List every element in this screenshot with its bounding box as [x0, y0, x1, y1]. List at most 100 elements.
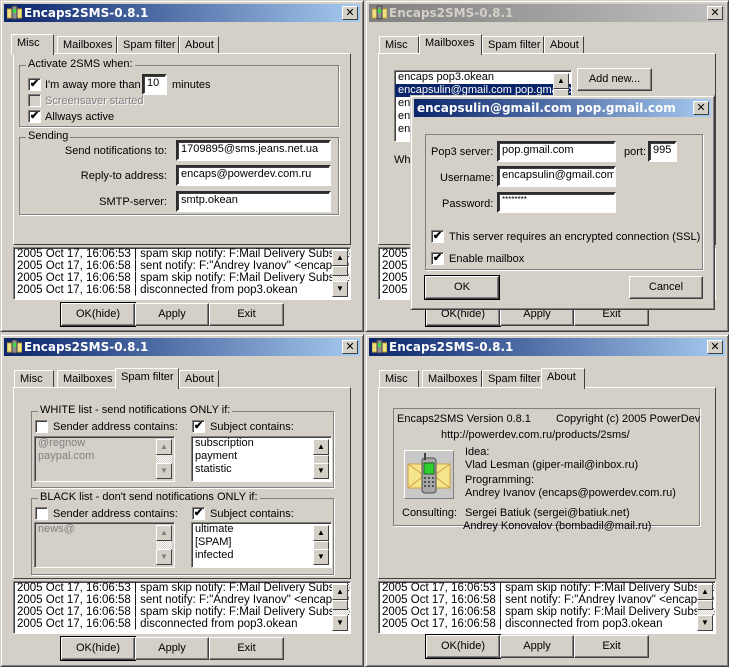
scrollbar[interactable]: ▲ ▼ — [313, 439, 329, 479]
mailbox-item[interactable]: encaps pop3.okean — [395, 71, 571, 84]
log-scrollbar[interactable]: ▲ ▼ — [332, 250, 348, 297]
ok-hide-button[interactable]: OK(hide) — [60, 636, 136, 661]
window-spam-filter: Encaps2SMS-0.8.1 ✕ Misc Mailboxes Spam f… — [0, 334, 364, 667]
apply-button[interactable]: Apply — [135, 637, 209, 660]
scroll-down-icon[interactable]: ▼ — [313, 549, 329, 565]
close-button[interactable]: ✕ — [707, 340, 723, 354]
scroll-down-icon[interactable]: ▼ — [332, 615, 348, 631]
close-button[interactable]: ✕ — [342, 6, 358, 20]
title-bar[interactable]: Encaps2SMS-0.8.1 ✕ — [369, 4, 725, 22]
enable-mailbox-checkbox[interactable]: ✔ — [431, 252, 444, 265]
dialog-cancel-button[interactable]: Cancel — [629, 276, 703, 299]
scroll-down-icon[interactable]: ▼ — [332, 281, 348, 297]
list-item[interactable]: [SPAM] — [192, 536, 331, 549]
log-list[interactable]: 2005 Oct 17, 16:06:53 | spam skip notify… — [13, 581, 351, 634]
screensaver-checkbox[interactable] — [28, 94, 41, 107]
smtp-input[interactable]: smtp.okean — [176, 191, 331, 212]
tab-spam-filter[interactable]: Spam filter — [482, 370, 544, 388]
close-icon: ✕ — [345, 340, 355, 353]
ok-hide-button[interactable]: OK(hide) — [60, 302, 136, 327]
title-bar[interactable]: Encaps2SMS-0.8.1 ✕ — [4, 338, 360, 356]
dialog-close-button[interactable]: ✕ — [693, 101, 709, 115]
scroll-up-icon[interactable]: ▲ — [332, 584, 348, 600]
close-button[interactable]: ✕ — [707, 6, 723, 20]
list-item[interactable]: paypal.com — [35, 450, 174, 463]
list-item[interactable]: infected — [192, 549, 331, 562]
dialog-title-bar[interactable]: encapsulin@gmail.com pop.gmail.com ✕ — [414, 99, 711, 117]
tab-mailboxes[interactable]: Mailboxes — [57, 370, 117, 388]
tab-spam-filter[interactable]: Spam filter — [115, 368, 179, 389]
scroll-up-icon[interactable]: ▲ — [553, 73, 569, 89]
scroll-up-icon[interactable]: ▲ — [332, 250, 348, 266]
tab-misc[interactable]: Misc — [379, 370, 419, 388]
list-item[interactable]: subscription — [192, 437, 331, 450]
white-sender-list[interactable]: @regnow paypal.com ▲ ▼ — [34, 436, 175, 482]
ssl-checkbox[interactable]: ✔ — [431, 230, 444, 243]
exit-button[interactable]: Exit — [574, 635, 649, 658]
tab-misc[interactable]: Misc — [14, 370, 54, 388]
away-minutes-input[interactable]: 10 — [142, 74, 167, 95]
tab-about[interactable]: About — [179, 370, 219, 388]
black-sender-list[interactable]: news@ ▲ ▼ — [34, 522, 175, 568]
list-item[interactable]: payment — [192, 450, 331, 463]
black-sender-checkbox[interactable] — [35, 507, 48, 520]
exit-button[interactable]: Exit — [209, 303, 284, 326]
list-item[interactable]: @regnow — [35, 437, 174, 450]
tab-about[interactable]: About — [179, 36, 219, 54]
dialog-ok-button[interactable]: OK — [424, 275, 500, 300]
white-subject-checkbox[interactable]: ✔ — [192, 420, 205, 433]
send-to-input[interactable]: 1709895@sms.jeans.net.ua — [176, 140, 331, 161]
scroll-thumb[interactable] — [697, 600, 713, 610]
scrollbar[interactable]: ▲ ▼ — [156, 439, 172, 479]
tab-mailboxes[interactable]: Mailboxes — [422, 370, 482, 388]
log-list[interactable]: 2005 Oct 17, 16:06:53 | spam skip notify… — [378, 581, 716, 634]
log-scrollbar[interactable]: ▲ ▼ — [697, 584, 713, 631]
list-item[interactable]: statistic — [192, 463, 331, 476]
apply-button[interactable]: Apply — [135, 303, 209, 326]
exit-button[interactable]: Exit — [209, 637, 284, 660]
scroll-up-icon[interactable]: ▲ — [313, 525, 329, 541]
tab-misc[interactable]: Misc — [379, 36, 419, 54]
ok-hide-button[interactable]: OK(hide) — [425, 634, 501, 659]
tab-mailboxes[interactable]: Mailboxes — [419, 34, 482, 55]
tab-mailboxes[interactable]: Mailboxes — [57, 36, 117, 54]
tab-about[interactable]: About — [541, 368, 585, 389]
scroll-down-icon[interactable]: ▼ — [313, 463, 329, 479]
away-checkbox[interactable]: ✔ — [28, 78, 41, 91]
scroll-down-icon[interactable]: ▼ — [156, 549, 172, 565]
tab-spam-filter[interactable]: Spam filter — [117, 36, 179, 54]
username-input[interactable]: encapsulin@gmail.com — [497, 166, 616, 187]
password-input[interactable]: ******** — [497, 192, 616, 213]
scroll-up-icon[interactable]: ▲ — [697, 584, 713, 600]
reply-to-input[interactable]: encaps@powerdev.com.ru — [176, 165, 331, 186]
url-link[interactable]: http://powerdev.com.ru/products/2sms/ — [441, 429, 630, 441]
port-input[interactable]: 995 — [648, 141, 677, 162]
close-button[interactable]: ✕ — [342, 340, 358, 354]
white-sender-checkbox[interactable] — [35, 420, 48, 433]
tab-about[interactable]: About — [544, 36, 584, 54]
scroll-up-icon[interactable]: ▲ — [313, 439, 329, 455]
scrollbar[interactable]: ▲ ▼ — [156, 525, 172, 565]
apply-button[interactable]: Apply — [500, 635, 574, 658]
title-bar[interactable]: Encaps2SMS-0.8.1 ✕ — [4, 4, 360, 22]
black-subject-list[interactable]: ultimate [SPAM] infected ▲ ▼ — [191, 522, 332, 568]
white-subject-list[interactable]: subscription payment statistic ▲ ▼ — [191, 436, 332, 482]
scroll-thumb[interactable] — [332, 266, 348, 276]
add-new-button[interactable]: Add new... — [577, 68, 652, 91]
list-item[interactable]: news@ — [35, 523, 174, 536]
list-item[interactable]: ultimate — [192, 523, 331, 536]
scroll-down-icon[interactable]: ▼ — [156, 463, 172, 479]
tab-spam-filter[interactable]: Spam filter — [482, 36, 544, 54]
always-active-checkbox[interactable]: ✔ — [28, 110, 41, 123]
black-subject-checkbox[interactable]: ✔ — [192, 507, 205, 520]
pop3-input[interactable]: pop.gmail.com — [497, 141, 616, 162]
scroll-up-icon[interactable]: ▲ — [156, 439, 172, 455]
scroll-down-icon[interactable]: ▼ — [697, 615, 713, 631]
tab-misc[interactable]: Misc — [11, 34, 54, 55]
scrollbar[interactable]: ▲ ▼ — [313, 525, 329, 565]
title-bar[interactable]: Encaps2SMS-0.8.1 ✕ — [369, 338, 725, 356]
log-scrollbar[interactable]: ▲ ▼ — [332, 584, 348, 631]
scroll-up-icon[interactable]: ▲ — [156, 525, 172, 541]
scroll-thumb[interactable] — [332, 600, 348, 610]
log-list[interactable]: 2005 Oct 17, 16:06:53 | spam skip notify… — [13, 247, 351, 300]
